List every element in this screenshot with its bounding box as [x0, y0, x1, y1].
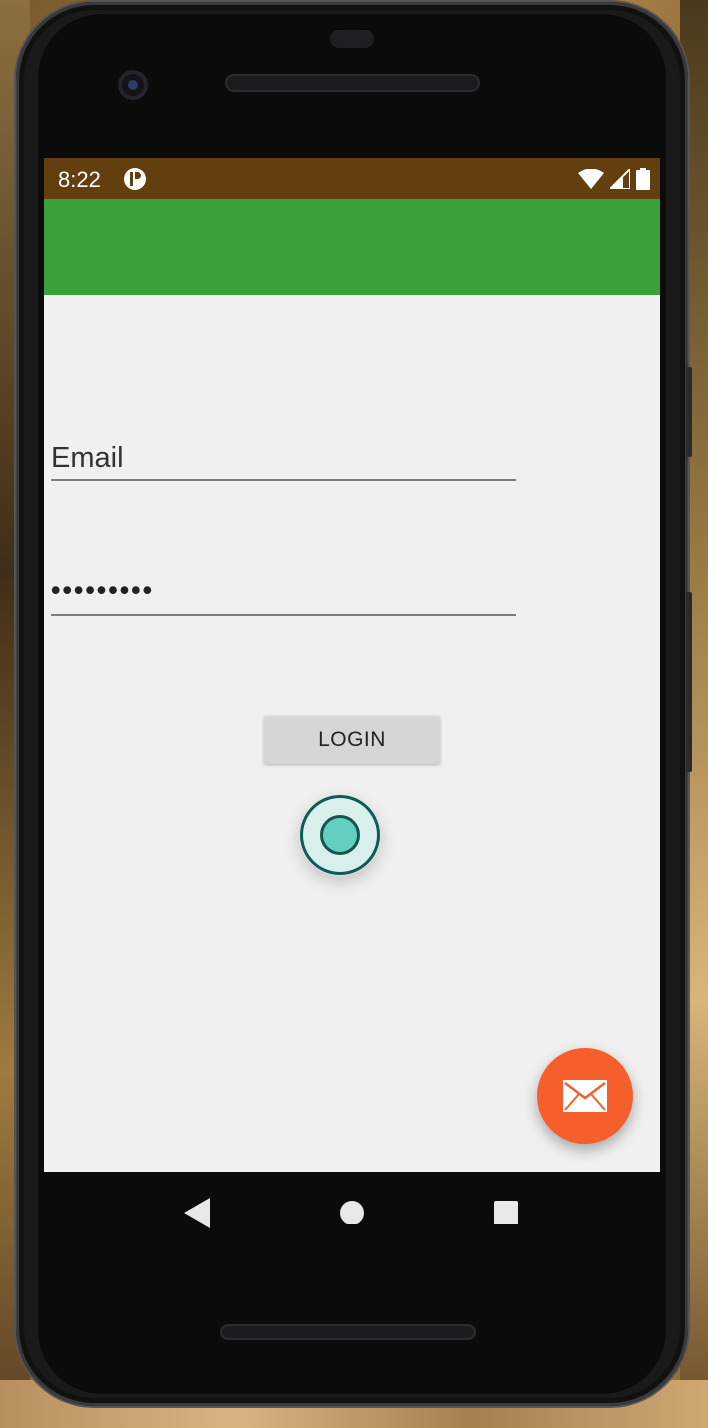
login-button-label: LOGIN [318, 728, 386, 751]
mail-icon [563, 1080, 607, 1112]
home-icon[interactable] [339, 1198, 365, 1224]
email-field[interactable]: Email [51, 435, 516, 481]
device-screen: 8:22 Email ••••••••• LOGIN [44, 158, 660, 1172]
radio-dot [320, 815, 360, 855]
signal-icon [610, 169, 630, 189]
status-time: 8:22 [58, 167, 101, 192]
volume-button [686, 367, 692, 457]
earpiece-speaker [225, 74, 480, 92]
password-field[interactable]: ••••••••• [51, 570, 516, 616]
password-value: ••••••••• [51, 575, 155, 605]
sensor-pill [330, 30, 374, 48]
navigation-bar [44, 1172, 660, 1258]
battery-icon [636, 168, 650, 190]
front-camera-icon [118, 70, 148, 100]
radio-button[interactable] [300, 795, 380, 875]
wifi-icon [578, 169, 604, 189]
back-icon[interactable] [184, 1198, 210, 1228]
status-bar: 8:22 [44, 158, 660, 199]
app-toolbar [44, 199, 660, 295]
recents-icon[interactable] [493, 1198, 519, 1224]
login-button[interactable]: LOGIN [264, 716, 440, 764]
mail-fab-button[interactable] [537, 1048, 633, 1144]
app-notification-icon [124, 168, 146, 190]
bottom-speaker [220, 1324, 476, 1340]
status-icons [578, 168, 650, 190]
power-button [686, 592, 692, 772]
email-placeholder: Email [51, 442, 124, 474]
